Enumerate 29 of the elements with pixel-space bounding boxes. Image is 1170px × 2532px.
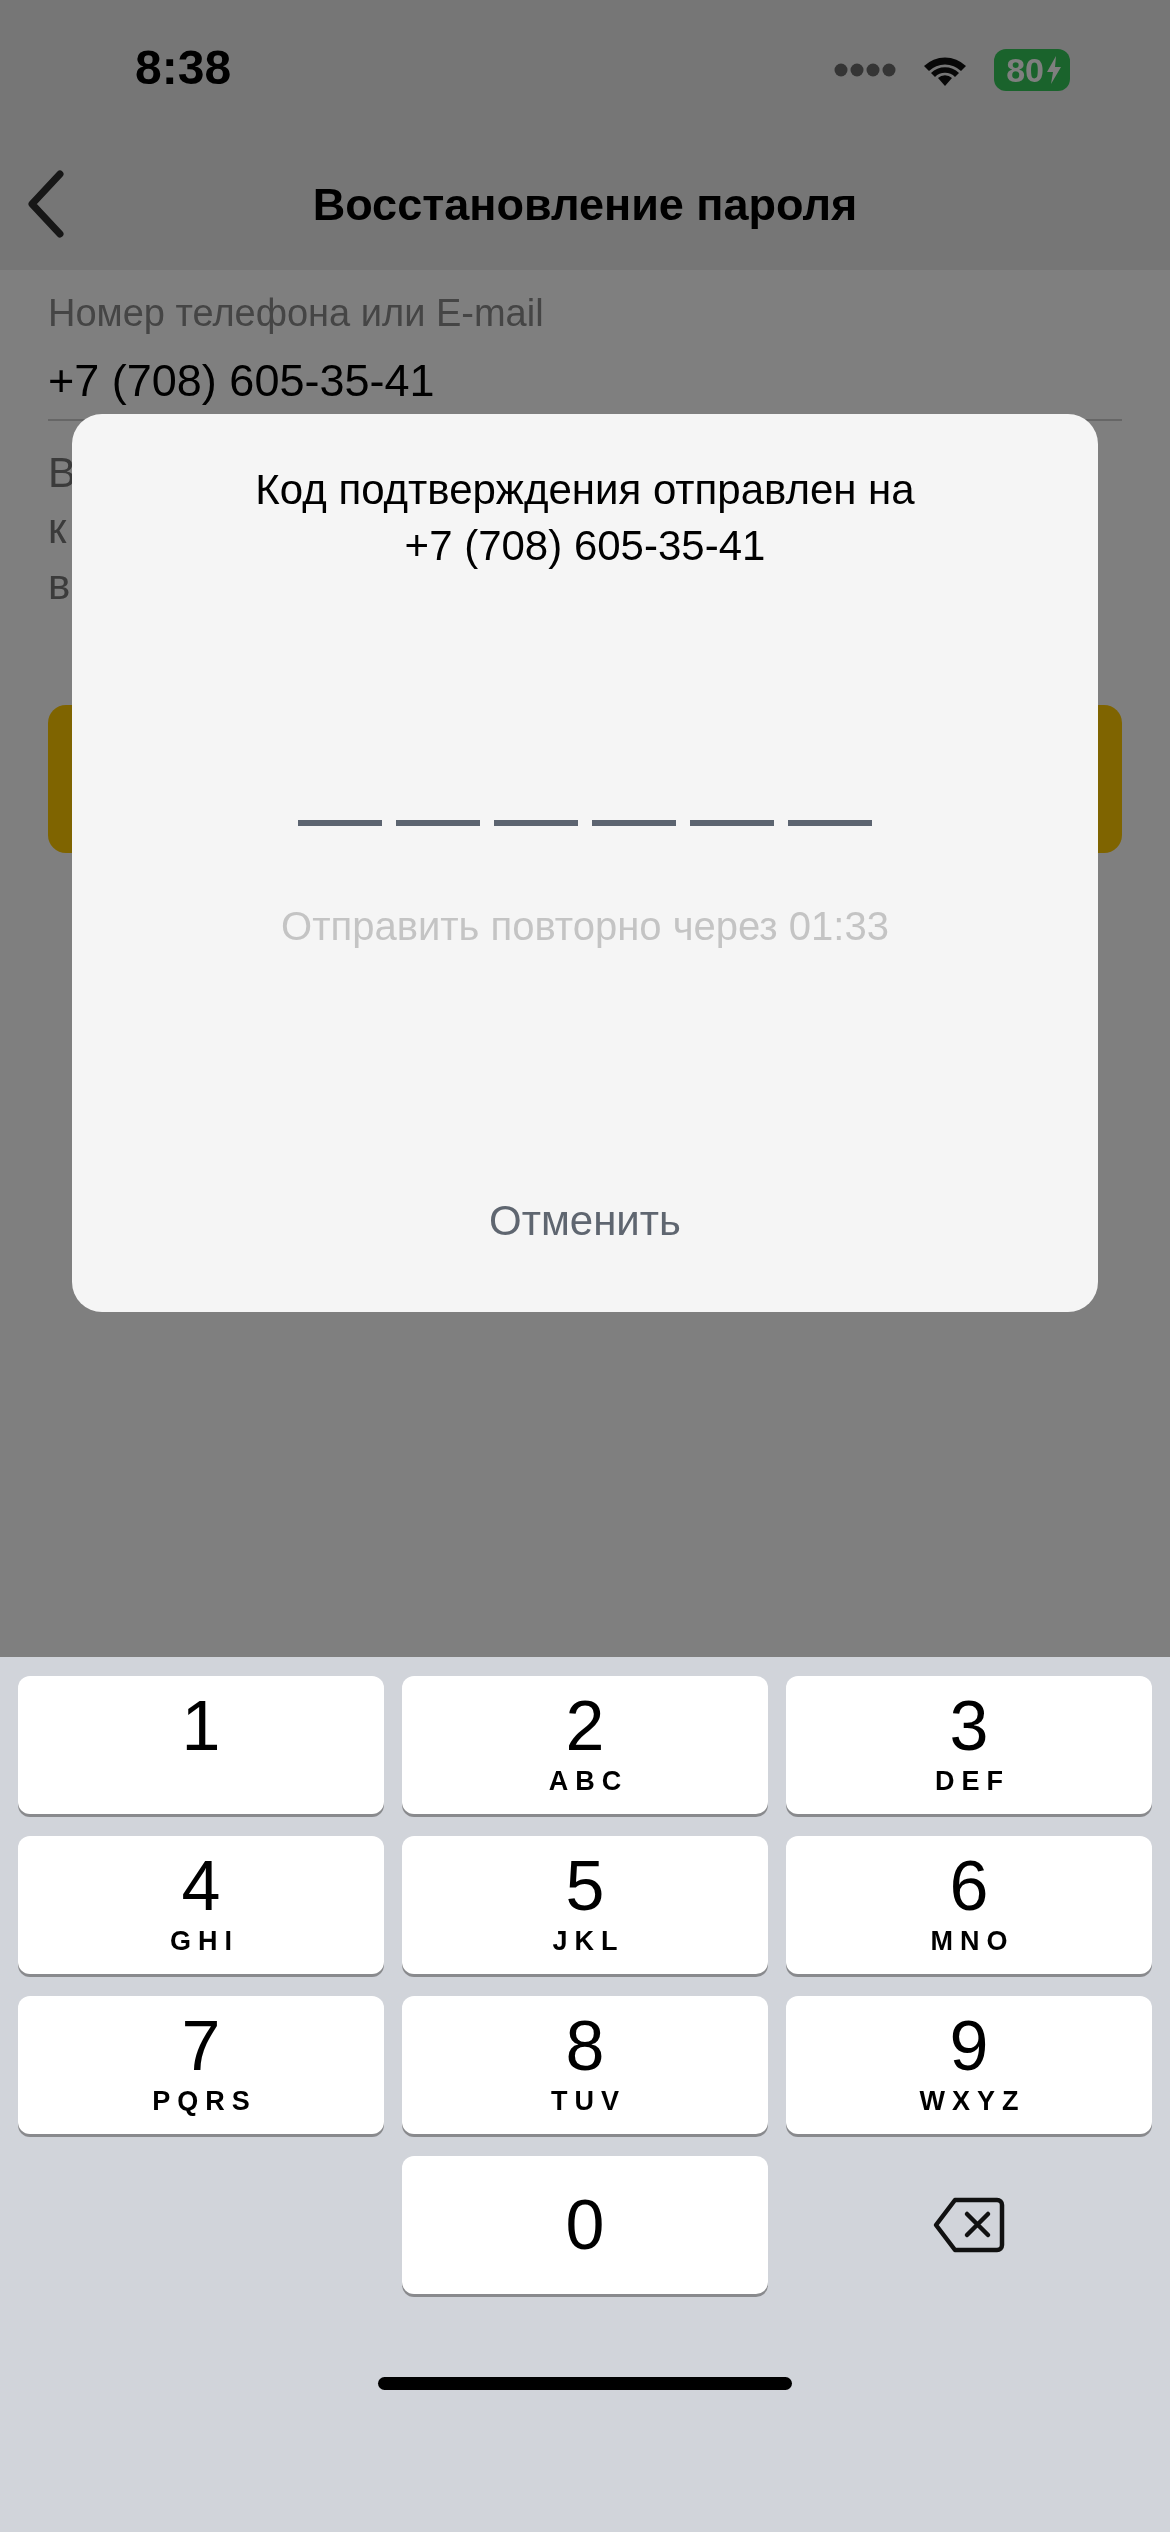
keypad-key[interactable]: 3 DEF <box>786 1676 1152 1814</box>
code-digit-slot[interactable] <box>592 820 676 826</box>
field-label: Номер телефона или E-mail <box>48 292 545 335</box>
phone-number: +7 (708) 605-35-41 <box>404 521 766 571</box>
code-digit-slot[interactable] <box>298 820 382 826</box>
instruction-text: В <box>48 448 76 498</box>
battery-icon: 80 <box>994 49 1070 91</box>
code-digit-slot[interactable] <box>396 820 480 826</box>
code-digit-slot[interactable] <box>494 820 578 826</box>
code-digit-slot[interactable] <box>690 820 774 826</box>
instruction-text: в <box>48 560 71 610</box>
dialog-message: Код подтверждения отправлен на <box>255 465 915 515</box>
status-time: 8:38 <box>135 39 232 95</box>
backspace-icon[interactable] <box>933 2197 1005 2253</box>
keypad-key[interactable]: 5 JKL <box>402 1836 768 1974</box>
keypad-key[interactable]: 2 ABC <box>402 1676 768 1814</box>
keypad-key[interactable]: 6 MNO <box>786 1836 1152 1974</box>
keypad-key[interactable]: 7 PQRS <box>18 1996 384 2134</box>
keypad-key[interactable]: 4 GHI <box>18 1836 384 1974</box>
screen-title: Восстановление пароля <box>312 179 858 231</box>
keypad-key[interactable]: 9 WXYZ <box>786 1996 1152 2134</box>
signal-icon <box>834 63 897 77</box>
back-icon[interactable] <box>26 170 66 238</box>
cancel-button[interactable]: Отменить <box>469 1187 701 1255</box>
keypad-key[interactable]: 8 TUV <box>402 1996 768 2134</box>
instruction-text: к <box>48 504 67 554</box>
keypad-key[interactable]: 0 <box>402 2156 768 2294</box>
keypad-key[interactable]: 1 <box>18 1676 384 1814</box>
code-digit-slot[interactable] <box>788 820 872 826</box>
